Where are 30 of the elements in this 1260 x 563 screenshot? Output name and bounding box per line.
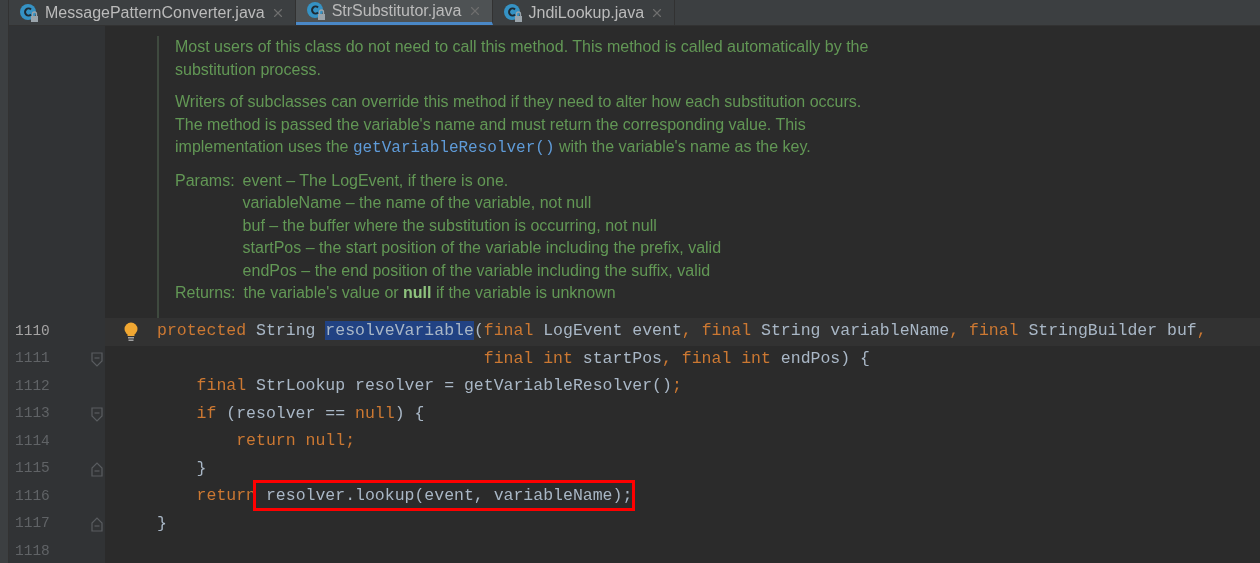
editor-tab[interactable]: MessagePatternConverter.java xyxy=(9,0,296,25)
editor-tab[interactable]: StrSubstitutor.java xyxy=(295,0,493,25)
param-description: event – The LogEvent, if there is one. xyxy=(242,170,510,191)
returns-description: the variable's value or null if the variable is unknown xyxy=(243,283,616,303)
code-line: final StrLookup resolver = getVariableResolver(); xyxy=(195,375,682,398)
code-line: protected String resolveVariable(final LogEvent event, final String variableName, final StringBuilder buf, xyxy=(157,320,1207,343)
code-line: } xyxy=(195,457,207,480)
class-lock-icon xyxy=(502,2,523,23)
param-description: endPos – the end position of the variable including the suffix, valid xyxy=(242,260,712,281)
editor-tab[interactable]: JndiLookup.java xyxy=(492,0,676,25)
light-bulb-icon[interactable] xyxy=(123,321,139,342)
doc-paragraph: Writers of subclasses can override this method if they need to alter how each substitution occurs. The method is passed the variable's name and must return the corresponding value. This implementation uses the getVariableResolver() with the variable's name as the key. xyxy=(175,92,863,159)
code-line: return null; xyxy=(235,430,356,453)
fold-marker-icon[interactable] xyxy=(91,516,103,532)
fold-marker-icon[interactable] xyxy=(91,406,103,422)
param-description: buf – the buffer where the substitution is occurring, not null xyxy=(242,215,658,236)
doc-paragraph: Most users of this class do not need to call this method. This method is called automatically by the substitution process. xyxy=(175,37,870,80)
code-line: } xyxy=(157,512,167,535)
returns-label: Returns: xyxy=(175,283,236,303)
params-label: Params: xyxy=(175,170,235,191)
method-link[interactable]: getVariableResolver() xyxy=(352,139,555,157)
code-line: if (resolver == null) { xyxy=(195,402,425,425)
param-description: variableName – the name of the variable, not null xyxy=(242,193,593,213)
class-lock-icon xyxy=(305,1,326,21)
line-number: 1110 xyxy=(15,321,50,341)
fold-marker-icon[interactable] xyxy=(91,351,103,367)
class-lock-icon xyxy=(19,2,39,23)
fold-marker-icon[interactable] xyxy=(91,461,103,477)
code-line: final int startPos, final int endPos) { xyxy=(482,347,870,370)
param-description: startPos – the start position of the variable including the prefix, valid xyxy=(242,238,722,258)
